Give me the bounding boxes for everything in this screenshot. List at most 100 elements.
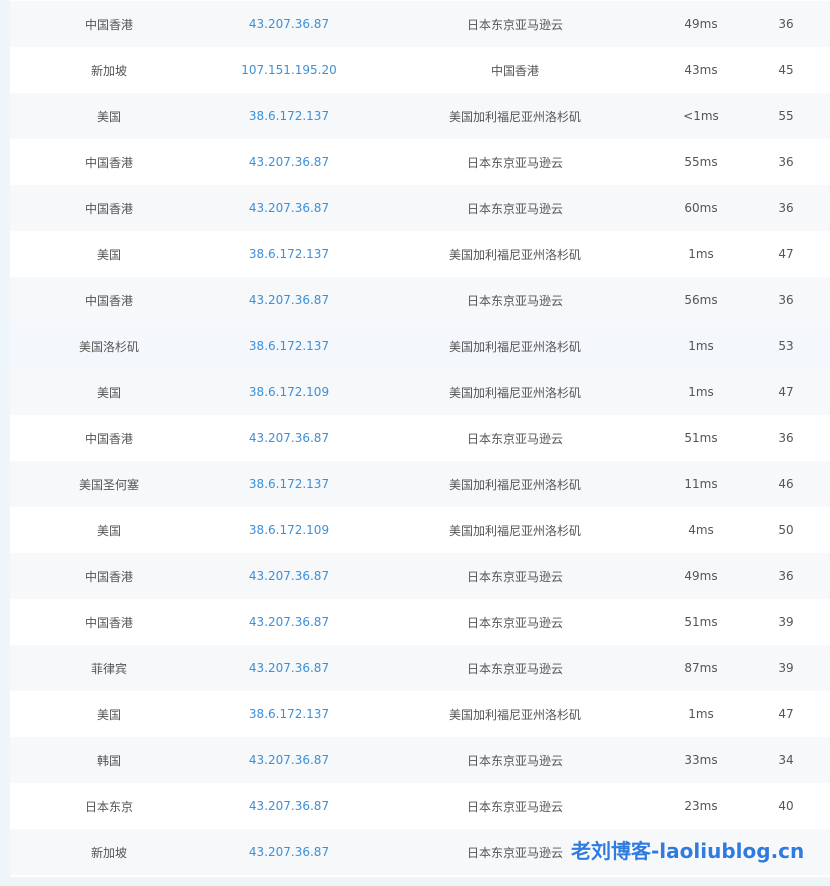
- table-row: 中国香港 43.207.36.87 日本东京亚马逊云 56ms 36: [10, 277, 830, 323]
- table-row: 美国洛杉矶 38.6.172.137 美国加利福尼亚州洛杉矶 1ms 53: [10, 323, 830, 369]
- ip-link[interactable]: 43.207.36.87: [208, 829, 370, 875]
- asn-cell: 日本东京亚马逊云: [370, 783, 660, 829]
- ip-link[interactable]: 43.207.36.87: [208, 139, 370, 185]
- page: 中国香港 43.207.36.87 日本东京亚马逊云 49ms 36 新加坡 1…: [0, 0, 830, 886]
- hops-cell: 39: [742, 645, 830, 691]
- table-row: 日本东京 43.207.36.87 日本东京亚马逊云 23ms 40: [10, 783, 830, 829]
- ip-link[interactable]: 43.207.36.87: [208, 415, 370, 461]
- ip-link[interactable]: 38.6.172.137: [208, 93, 370, 139]
- ip-link[interactable]: 43.207.36.87: [208, 1, 370, 47]
- hops-cell: 36: [742, 139, 830, 185]
- results-table-wrapper: 中国香港 43.207.36.87 日本东京亚马逊云 49ms 36 新加坡 1…: [10, 1, 830, 875]
- latency-cell: 23ms: [660, 783, 742, 829]
- ip-link[interactable]: 43.207.36.87: [208, 737, 370, 783]
- hops-cell: 53: [742, 323, 830, 369]
- asn-cell: 美国加利福尼亚州洛杉矶: [370, 369, 660, 415]
- latency-cell: 1ms: [660, 231, 742, 277]
- latency-cell: 87ms: [660, 645, 742, 691]
- latency-cell: 1ms: [660, 369, 742, 415]
- asn-cell: 美国加利福尼亚州洛杉矶: [370, 323, 660, 369]
- bottom-strip: [0, 877, 830, 886]
- ip-link[interactable]: 38.6.172.137: [208, 691, 370, 737]
- ip-link[interactable]: 38.6.172.137: [208, 231, 370, 277]
- location-cell: 中国香港: [10, 185, 208, 231]
- latency-cell: 49ms: [660, 1, 742, 47]
- ip-link[interactable]: 43.207.36.87: [208, 277, 370, 323]
- latency-cell: 4ms: [660, 507, 742, 553]
- ip-link[interactable]: 38.6.172.137: [208, 461, 370, 507]
- asn-cell: 美国加利福尼亚州洛杉矶: [370, 507, 660, 553]
- hops-cell: 45: [742, 47, 830, 93]
- location-cell: 美国: [10, 691, 208, 737]
- location-cell: 美国: [10, 93, 208, 139]
- hops-cell: 55: [742, 93, 830, 139]
- ip-link[interactable]: 43.207.36.87: [208, 783, 370, 829]
- latency-cell: 33ms: [660, 737, 742, 783]
- asn-cell: 日本东京亚马逊云: [370, 737, 660, 783]
- ip-link[interactable]: 107.151.195.20: [208, 47, 370, 93]
- ip-link[interactable]: 38.6.172.137: [208, 323, 370, 369]
- asn-cell: 日本东京亚马逊云: [370, 645, 660, 691]
- location-cell: 美国: [10, 369, 208, 415]
- location-cell: 韩国: [10, 737, 208, 783]
- table-row: 中国香港 43.207.36.87 日本东京亚马逊云 55ms 36: [10, 139, 830, 185]
- location-cell: 菲律宾: [10, 645, 208, 691]
- hops-cell: 50: [742, 507, 830, 553]
- latency-cell: 51ms: [660, 599, 742, 645]
- latency-cell: 1ms: [660, 323, 742, 369]
- asn-cell: 日本东京亚马逊云: [370, 185, 660, 231]
- table-row: 中国香港 43.207.36.87 日本东京亚马逊云 51ms 39: [10, 599, 830, 645]
- ip-link[interactable]: 43.207.36.87: [208, 599, 370, 645]
- ip-link[interactable]: 38.6.172.109: [208, 369, 370, 415]
- watermark: 老刘博客-laoliublog.cn: [571, 839, 805, 863]
- table-row: 中国香港 43.207.36.87 日本东京亚马逊云 51ms 36: [10, 415, 830, 461]
- location-cell: 新加坡: [10, 829, 208, 875]
- latency-cell: <1ms: [660, 93, 742, 139]
- latency-cell: 11ms: [660, 461, 742, 507]
- asn-cell: 日本东京亚马逊云: [370, 1, 660, 47]
- table-row: 中国香港 43.207.36.87 日本东京亚马逊云 49ms 36: [10, 1, 830, 47]
- hops-cell: 47: [742, 691, 830, 737]
- hops-cell: 46: [742, 461, 830, 507]
- hops-cell: 40: [742, 783, 830, 829]
- ip-link[interactable]: 43.207.36.87: [208, 645, 370, 691]
- latency-cell: 43ms: [660, 47, 742, 93]
- table-row: 美国 38.6.172.137 美国加利福尼亚州洛杉矶 <1ms 55: [10, 93, 830, 139]
- ip-link[interactable]: 43.207.36.87: [208, 553, 370, 599]
- asn-cell: 美国加利福尼亚州洛杉矶: [370, 461, 660, 507]
- location-cell: 美国: [10, 507, 208, 553]
- location-cell: 美国圣何塞: [10, 461, 208, 507]
- table-row: 美国圣何塞 38.6.172.137 美国加利福尼亚州洛杉矶 11ms 46: [10, 461, 830, 507]
- hops-cell: 36: [742, 415, 830, 461]
- hops-cell: 36: [742, 277, 830, 323]
- hops-cell: 36: [742, 185, 830, 231]
- table-row: 韩国 43.207.36.87 日本东京亚马逊云 33ms 34: [10, 737, 830, 783]
- location-cell: 日本东京: [10, 783, 208, 829]
- results-table: 中国香港 43.207.36.87 日本东京亚马逊云 49ms 36 新加坡 1…: [10, 1, 830, 875]
- location-cell: 美国洛杉矶: [10, 323, 208, 369]
- location-cell: 中国香港: [10, 553, 208, 599]
- ip-link[interactable]: 43.207.36.87: [208, 185, 370, 231]
- asn-cell: 日本东京亚马逊云: [370, 415, 660, 461]
- asn-cell: 日本东京亚马逊云: [370, 277, 660, 323]
- latency-cell: 1ms: [660, 691, 742, 737]
- table-row: 中国香港 43.207.36.87 日本东京亚马逊云 49ms 36: [10, 553, 830, 599]
- asn-cell: 日本东京亚马逊云: [370, 553, 660, 599]
- table-row: 美国 38.6.172.137 美国加利福尼亚州洛杉矶 1ms 47: [10, 231, 830, 277]
- ip-link[interactable]: 38.6.172.109: [208, 507, 370, 553]
- location-cell: 新加坡: [10, 47, 208, 93]
- location-cell: 中国香港: [10, 415, 208, 461]
- table-row: 菲律宾 43.207.36.87 日本东京亚马逊云 87ms 39: [10, 645, 830, 691]
- table-row: 新加坡 107.151.195.20 中国香港 43ms 45: [10, 47, 830, 93]
- asn-cell: 美国加利福尼亚州洛杉矶: [370, 691, 660, 737]
- location-cell: 中国香港: [10, 277, 208, 323]
- asn-cell: 日本东京亚马逊云: [370, 599, 660, 645]
- asn-cell: 中国香港: [370, 47, 660, 93]
- hops-cell: 47: [742, 231, 830, 277]
- left-rail: [0, 0, 10, 886]
- hops-cell: 36: [742, 1, 830, 47]
- table-row: 美国 38.6.172.109 美国加利福尼亚州洛杉矶 1ms 47: [10, 369, 830, 415]
- table-row: 美国 38.6.172.109 美国加利福尼亚州洛杉矶 4ms 50: [10, 507, 830, 553]
- location-cell: 美国: [10, 231, 208, 277]
- latency-cell: 60ms: [660, 185, 742, 231]
